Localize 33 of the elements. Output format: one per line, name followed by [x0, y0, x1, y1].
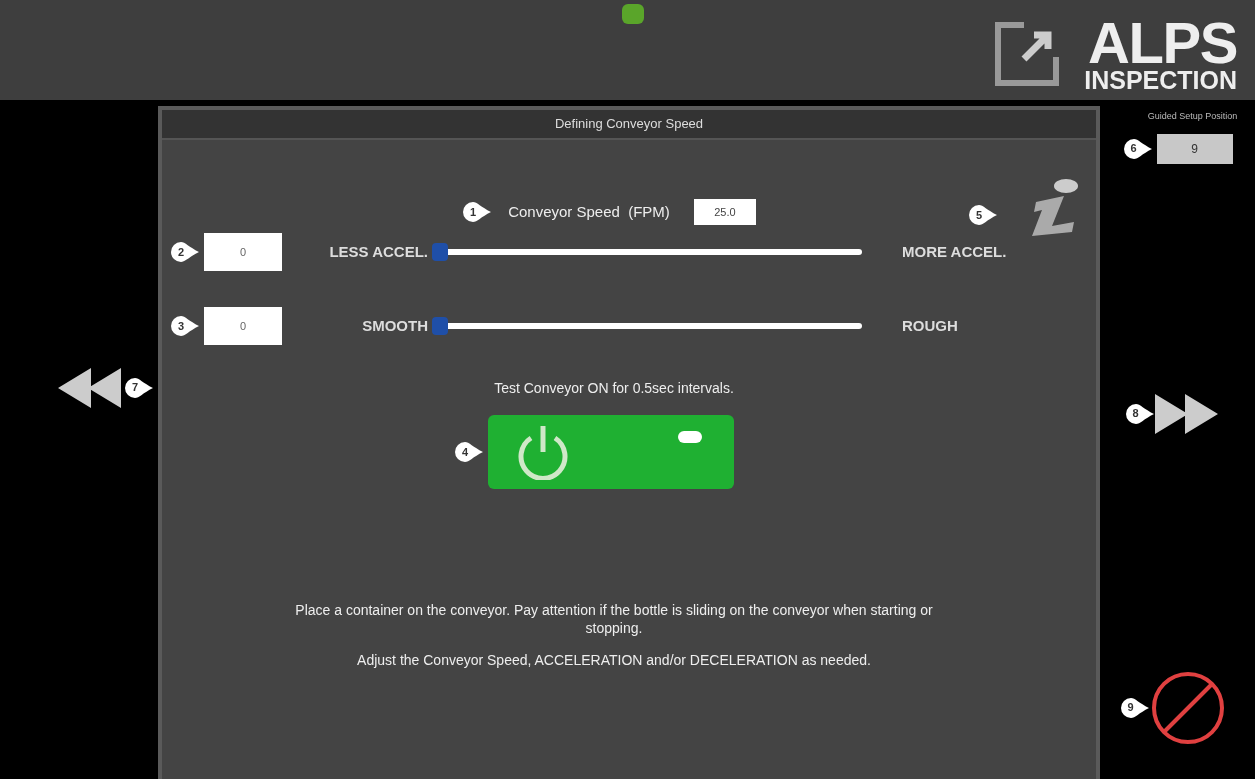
- slider-max-label: ROUGH: [902, 315, 958, 336]
- callout-marker: 5: [968, 204, 998, 227]
- speed-field[interactable]: 25.0: [693, 199, 756, 225]
- callout-marker: 3: [170, 315, 200, 337]
- slider-max-label: MORE ACCEL.: [902, 241, 1007, 262]
- position-field: 9: [1156, 133, 1233, 164]
- instruction-text: Place a container on the conveyor. Pay attention if the bottle is sliding on the conveyor when starting or stopping.: [294, 601, 934, 637]
- slider-value-field[interactable]: 0: [204, 307, 282, 345]
- slider-thumb[interactable]: [432, 317, 448, 335]
- callout-marker: 4: [454, 441, 484, 463]
- callout-marker: 9: [1119, 696, 1150, 719]
- cancel-button[interactable]: [1149, 669, 1226, 746]
- export-icon[interactable]: [994, 20, 1061, 87]
- slider-thumb[interactable]: [432, 243, 448, 261]
- slider-min-label: SMOOTH: [361, 315, 429, 336]
- callout-marker: 8: [1124, 402, 1155, 425]
- callout-marker: 6: [1122, 137, 1153, 160]
- back-button[interactable]: [58, 367, 124, 408]
- callout-marker: 2: [170, 241, 200, 263]
- slider-track[interactable]: [432, 317, 862, 335]
- speed-label: Conveyor Speed (FPM): [508, 201, 670, 222]
- indicator-light-icon: [678, 431, 702, 443]
- slider-track[interactable]: [432, 243, 862, 261]
- callout-marker: 7: [124, 376, 154, 399]
- logo: ALPS INSPECTION: [1084, 14, 1237, 93]
- slider-min-label: LESS ACCEL.: [328, 241, 429, 262]
- status-badge-icon: [622, 4, 644, 24]
- panel-title: Defining Conveyor Speed: [554, 115, 704, 134]
- callout-marker: 1: [462, 201, 493, 223]
- test-instruction: Test Conveyor ON for 0.5sec intervals.: [493, 379, 735, 398]
- instruction-text: Adjust the Conveyor Speed, ACCELERATION and/or DECELERATION as needed.: [356, 651, 872, 669]
- position-label: Guided Setup Position: [1147, 110, 1238, 123]
- slider-value-field[interactable]: 0: [204, 233, 282, 271]
